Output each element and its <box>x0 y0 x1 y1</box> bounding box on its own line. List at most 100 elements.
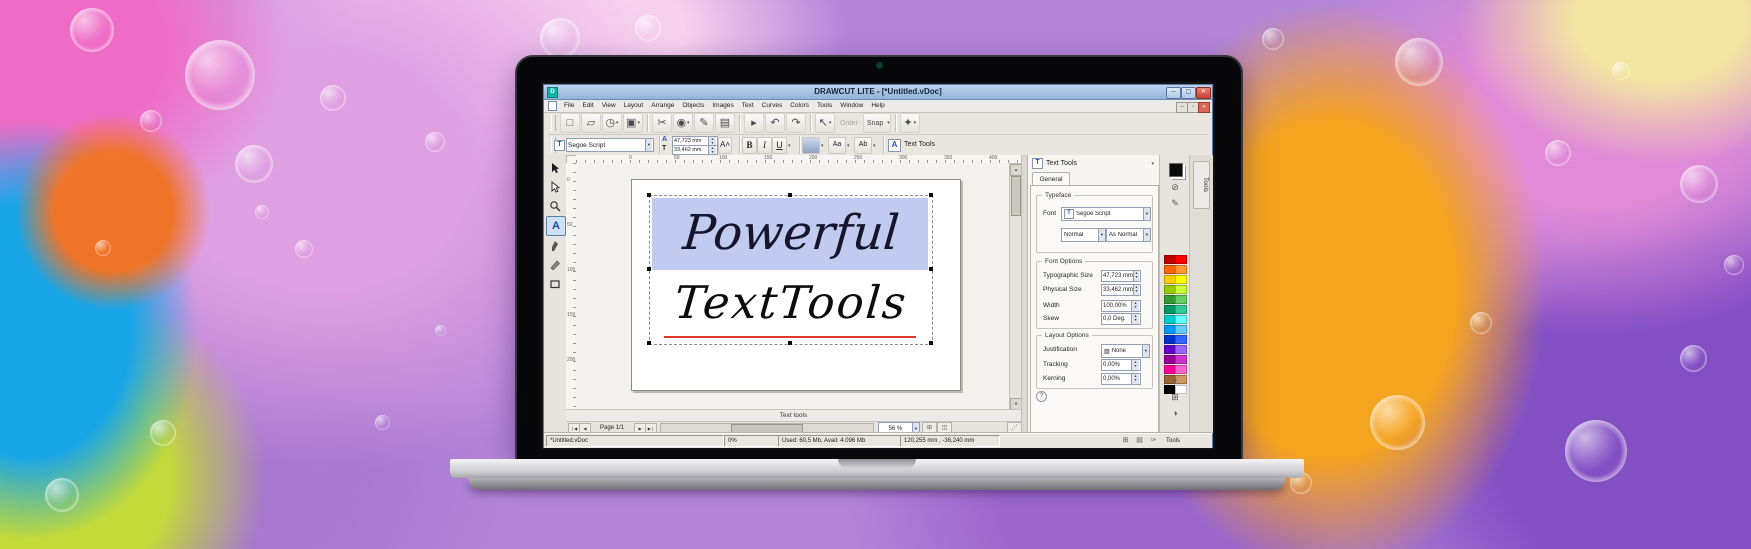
add-color-icon[interactable]: + <box>1168 375 1182 387</box>
font-family-combo[interactable]: Segoe Script ▾ <box>566 138 654 152</box>
close-button[interactable]: ✕ <box>1196 87 1211 99</box>
underline-button[interactable]: U <box>772 137 787 154</box>
no-color-icon[interactable]: ⊘ <box>1168 181 1182 193</box>
font-stretch-combo[interactable]: As Normal ▾ <box>1106 228 1151 242</box>
snap-button[interactable]: Snap▾ <box>863 113 891 133</box>
menu-edit[interactable]: Edit <box>578 100 597 112</box>
italic-button[interactable]: I <box>757 137 772 154</box>
increase-size-button[interactable]: A˄ <box>718 137 732 154</box>
spinner-icon[interactable] <box>1131 374 1139 384</box>
save-button[interactable]: ▣▾ <box>623 113 643 133</box>
print-button[interactable]: ▤ <box>715 113 735 133</box>
spinner-icon[interactable] <box>1133 285 1139 295</box>
undo-button[interactable]: ↶ <box>765 113 785 133</box>
zoom-tool[interactable] <box>546 197 564 215</box>
selection-handle[interactable] <box>929 267 933 271</box>
menu-window[interactable]: Window <box>836 100 867 112</box>
chevron-down-icon[interactable]: ▾ <box>1142 345 1149 357</box>
pen-button[interactable]: ✎ <box>694 113 714 133</box>
node-edit-tool[interactable] <box>546 178 564 196</box>
palette-color[interactable] <box>1175 335 1187 344</box>
palette-color[interactable] <box>1175 305 1187 314</box>
palette-color[interactable] <box>1175 355 1187 364</box>
output-device-button[interactable]: ✦▾ <box>900 113 920 133</box>
spinner-icon[interactable] <box>708 146 716 154</box>
chevron-down-icon[interactable]: ▾ <box>637 120 640 126</box>
text-tool-active[interactable]: A <box>546 216 566 236</box>
new-document-button[interactable]: □ <box>560 113 580 133</box>
vertical-scroll-thumb[interactable] <box>1011 176 1021 216</box>
chevron-down-icon[interactable]: ▾ <box>1143 229 1150 241</box>
gradient-icon[interactable]: ◑ <box>1168 407 1182 419</box>
tracking-field[interactable]: 0,00% <box>1101 359 1141 371</box>
spinner-icon[interactable] <box>1131 314 1139 324</box>
panel-font-combo[interactable]: T Segoe Script ▾ <box>1061 207 1151 221</box>
menu-text[interactable]: Text <box>738 100 758 112</box>
chevron-down-icon[interactable]: ▾ <box>914 120 917 126</box>
import-button[interactable]: ◷▾ <box>602 113 622 133</box>
knife-tool[interactable] <box>546 256 564 274</box>
canvas-area[interactable]: Powerful TextTools <box>576 163 1009 409</box>
maximize-button[interactable]: ▢ <box>1181 87 1196 99</box>
palette-color[interactable] <box>1175 325 1187 334</box>
palette-options-icon[interactable]: ⊞ <box>1168 391 1182 403</box>
chevron-down-icon[interactable]: ▾ <box>1098 229 1105 241</box>
fill-color-button[interactable]: ◉▾ <box>673 113 693 133</box>
palette-color[interactable] <box>1175 295 1187 304</box>
palette-color[interactable] <box>1175 265 1187 274</box>
draw-tool[interactable] <box>546 237 564 255</box>
chevron-down-icon[interactable]: ▾ <box>873 143 876 149</box>
chevron-down-icon[interactable]: ▾ <box>1151 161 1154 167</box>
text-line-1[interactable]: Powerful <box>647 198 935 268</box>
palette-color[interactable] <box>1175 255 1187 264</box>
palette-color[interactable] <box>1175 285 1187 294</box>
redo-button[interactable]: ↷ <box>786 113 806 133</box>
grid-icon[interactable]: ⊞ <box>1120 436 1131 446</box>
shape-tool[interactable] <box>546 275 564 293</box>
kerning-field[interactable]: 0,00% <box>1101 373 1141 385</box>
selection-handle[interactable] <box>647 267 651 271</box>
physical-size-field[interactable]: 33,462 mm <box>672 145 718 155</box>
status-tools-label[interactable]: Tools <box>1162 435 1210 447</box>
panel-header[interactable]: T Text Tools ▾ <box>1032 157 1156 170</box>
document-page[interactable]: Powerful TextTools <box>631 179 961 391</box>
tools-docker-tab[interactable]: Tools <box>1193 161 1210 209</box>
chevron-down-icon[interactable]: ▾ <box>829 120 832 126</box>
justification-combo[interactable]: ▨ None ▾ <box>1101 344 1150 358</box>
palette-color[interactable] <box>1175 275 1187 284</box>
change-case-button[interactable]: Aa <box>828 137 846 154</box>
eyedropper-icon[interactable]: ✎ <box>1168 197 1182 209</box>
menu-layout[interactable]: Layout <box>620 100 648 112</box>
chevron-down-icon[interactable]: ▾ <box>687 120 690 126</box>
chevron-down-icon[interactable]: ▾ <box>1143 208 1150 220</box>
panel-physical-size-field[interactable]: 33,462 mm <box>1101 284 1141 296</box>
palette-color[interactable] <box>1175 365 1187 374</box>
selection-handle[interactable] <box>647 341 651 345</box>
text-object-frame[interactable]: Powerful TextTools <box>649 195 933 345</box>
selection-handle[interactable] <box>788 341 792 345</box>
spinner-icon[interactable] <box>1131 360 1139 370</box>
chevron-down-icon[interactable]: ▾ <box>616 120 619 126</box>
selection-handle[interactable] <box>788 193 792 197</box>
chevron-down-icon[interactable]: ▾ <box>821 143 824 149</box>
bold-button[interactable]: B <box>742 137 757 154</box>
menu-curves[interactable]: Curves <box>758 100 787 112</box>
minimize-button[interactable]: ─ <box>1166 87 1181 99</box>
palette-color[interactable] <box>1175 345 1187 354</box>
current-color-swatch[interactable] <box>1169 163 1183 177</box>
menu-help[interactable]: Help <box>867 100 888 112</box>
selection-mode-button[interactable]: ↖▾ <box>815 113 835 133</box>
selection-handle[interactable] <box>929 193 933 197</box>
spinner-icon[interactable] <box>708 137 716 145</box>
wrench-icon[interactable]: ✑ <box>1148 436 1159 446</box>
spinner-icon[interactable] <box>1131 301 1139 311</box>
chevron-down-icon[interactable]: ▾ <box>887 120 890 126</box>
preview-button[interactable]: ▸ <box>744 113 764 133</box>
menu-view[interactable]: View <box>598 100 620 112</box>
palette-color[interactable] <box>1175 315 1187 324</box>
chevron-down-icon[interactable]: ▾ <box>645 139 652 151</box>
menu-file[interactable]: File <box>560 100 578 112</box>
menu-tools[interactable]: Tools <box>813 100 836 112</box>
mdi-close-button[interactable]: ✕ <box>1198 102 1210 113</box>
cutter-button[interactable]: ✂ <box>652 113 672 133</box>
